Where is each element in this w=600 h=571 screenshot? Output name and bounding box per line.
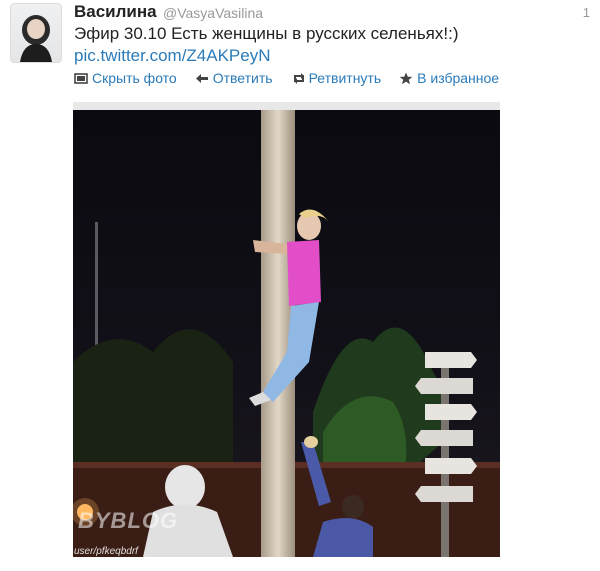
author-name[interactable]: Василина — [74, 2, 157, 22]
tweet-actions: Скрыть фото Ответить Ретвитнуть В избран… — [74, 70, 499, 86]
retweet-icon — [291, 72, 305, 85]
retweet-action[interactable]: Ретвитнуть — [291, 70, 382, 86]
reply-action[interactable]: Ответить — [195, 70, 273, 86]
tweet-photo[interactable] — [73, 102, 500, 557]
star-icon — [399, 72, 413, 85]
reply-label: Ответить — [212, 70, 273, 86]
favorite-action[interactable]: В избранное — [399, 70, 499, 86]
reply-icon — [195, 72, 209, 85]
photo-watermark: BYBLOG — [78, 508, 179, 533]
favorite-label: В избранное — [417, 70, 500, 86]
hide-photo-label: Скрыть фото — [92, 70, 177, 86]
tweet-text: Эфир 30.10 Есть женщины в русских селень… — [74, 24, 459, 43]
author-handle[interactable]: @VasyaVasilina — [163, 5, 263, 21]
tweet-time[interactable]: 1 — [583, 5, 590, 20]
photo-watermark-url: user/pfkeqbdrf — [74, 546, 138, 557]
photo-link[interactable]: pic.twitter.com/Z4AKPeyN — [74, 46, 271, 66]
avatar[interactable] — [10, 3, 62, 63]
retweet-label: Ретвитнуть — [308, 70, 382, 86]
photo-icon — [74, 72, 88, 85]
hide-photo-action[interactable]: Скрыть фото — [74, 70, 177, 86]
